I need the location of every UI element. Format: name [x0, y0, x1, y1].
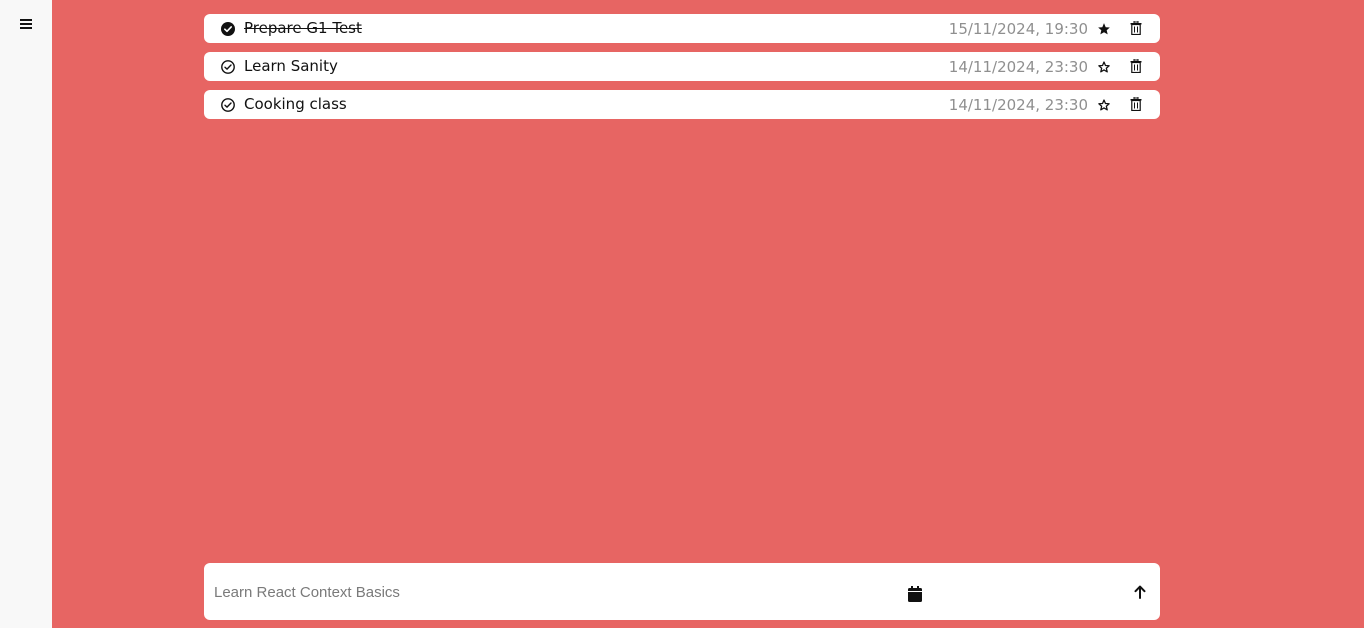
task-list: Prepare G1 Test 15/11/2024, 19:30 Learn … [204, 14, 1160, 128]
task-item[interactable]: Prepare G1 Test 15/11/2024, 19:30 [204, 14, 1160, 43]
star-outline-icon[interactable] [1095, 96, 1113, 114]
check-circle-filled-icon[interactable] [220, 21, 236, 37]
task-date: 15/11/2024, 19:30 [948, 20, 1088, 38]
task-title: Prepare G1 Test [244, 19, 362, 37]
calendar-icon[interactable] [907, 585, 923, 603]
arrow-up-icon[interactable] [1132, 584, 1148, 600]
task-date: 14/11/2024, 23:30 [948, 58, 1088, 76]
star-filled-icon[interactable] [1095, 20, 1113, 38]
task-title: Learn Sanity [244, 57, 338, 75]
check-circle-outline-icon[interactable] [220, 59, 236, 75]
task-item[interactable]: Learn Sanity 14/11/2024, 23:30 [204, 52, 1160, 81]
new-task-input[interactable] [214, 581, 854, 603]
main-content: Prepare G1 Test 15/11/2024, 19:30 Learn … [52, 0, 1364, 628]
trash-icon[interactable] [1129, 96, 1143, 112]
task-date: 14/11/2024, 23:30 [948, 96, 1088, 114]
sidebar [0, 0, 52, 628]
task-title: Cooking class [244, 95, 347, 113]
hamburger-menu-icon[interactable] [16, 14, 36, 34]
task-item[interactable]: Cooking class 14/11/2024, 23:30 [204, 90, 1160, 119]
star-outline-icon[interactable] [1095, 58, 1113, 76]
trash-icon[interactable] [1129, 20, 1143, 36]
trash-icon[interactable] [1129, 58, 1143, 74]
check-circle-outline-icon[interactable] [220, 97, 236, 113]
new-task-composer [204, 563, 1160, 620]
